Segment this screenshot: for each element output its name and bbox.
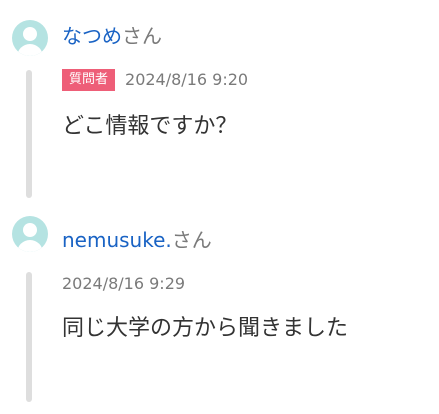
post-message: 同じ大学の方から聞きました	[62, 316, 349, 341]
questioner-badge: 質問者	[62, 69, 116, 91]
thread-line	[26, 272, 32, 402]
post-meta-row: 質問者 2024/8/16 9:20	[62, 68, 248, 92]
author-username-link[interactable]: nemusuke.	[62, 228, 172, 252]
post-timestamp: 2024/8/16 9:20	[125, 70, 249, 89]
user-avatar-icon[interactable]	[12, 20, 48, 56]
author-username-link[interactable]: なつめ	[62, 24, 122, 48]
avatar-body-shape	[17, 44, 43, 56]
avatar-body-shape	[17, 240, 43, 252]
post-message: どこ情報ですか？	[62, 114, 238, 139]
author-name-row: nemusuke.さん	[62, 228, 212, 252]
post-timestamp: 2024/8/16 9:29	[62, 274, 186, 293]
author-honorific: さん	[171, 228, 212, 252]
author-name-row: なつめさん	[62, 24, 162, 48]
user-avatar-icon[interactable]	[12, 216, 48, 252]
comment-post: nemusuke.さん 2024/8/16 9:29 同じ大学の方から聞きました	[0, 210, 439, 414]
thread-line	[26, 70, 32, 198]
avatar-head-shape	[23, 223, 37, 237]
post-meta-row: 2024/8/16 9:29	[62, 272, 185, 296]
avatar-head-shape	[23, 27, 37, 41]
comment-post: なつめさん 質問者 2024/8/16 9:20 どこ情報ですか？	[0, 0, 439, 205]
author-honorific: さん	[122, 24, 162, 48]
